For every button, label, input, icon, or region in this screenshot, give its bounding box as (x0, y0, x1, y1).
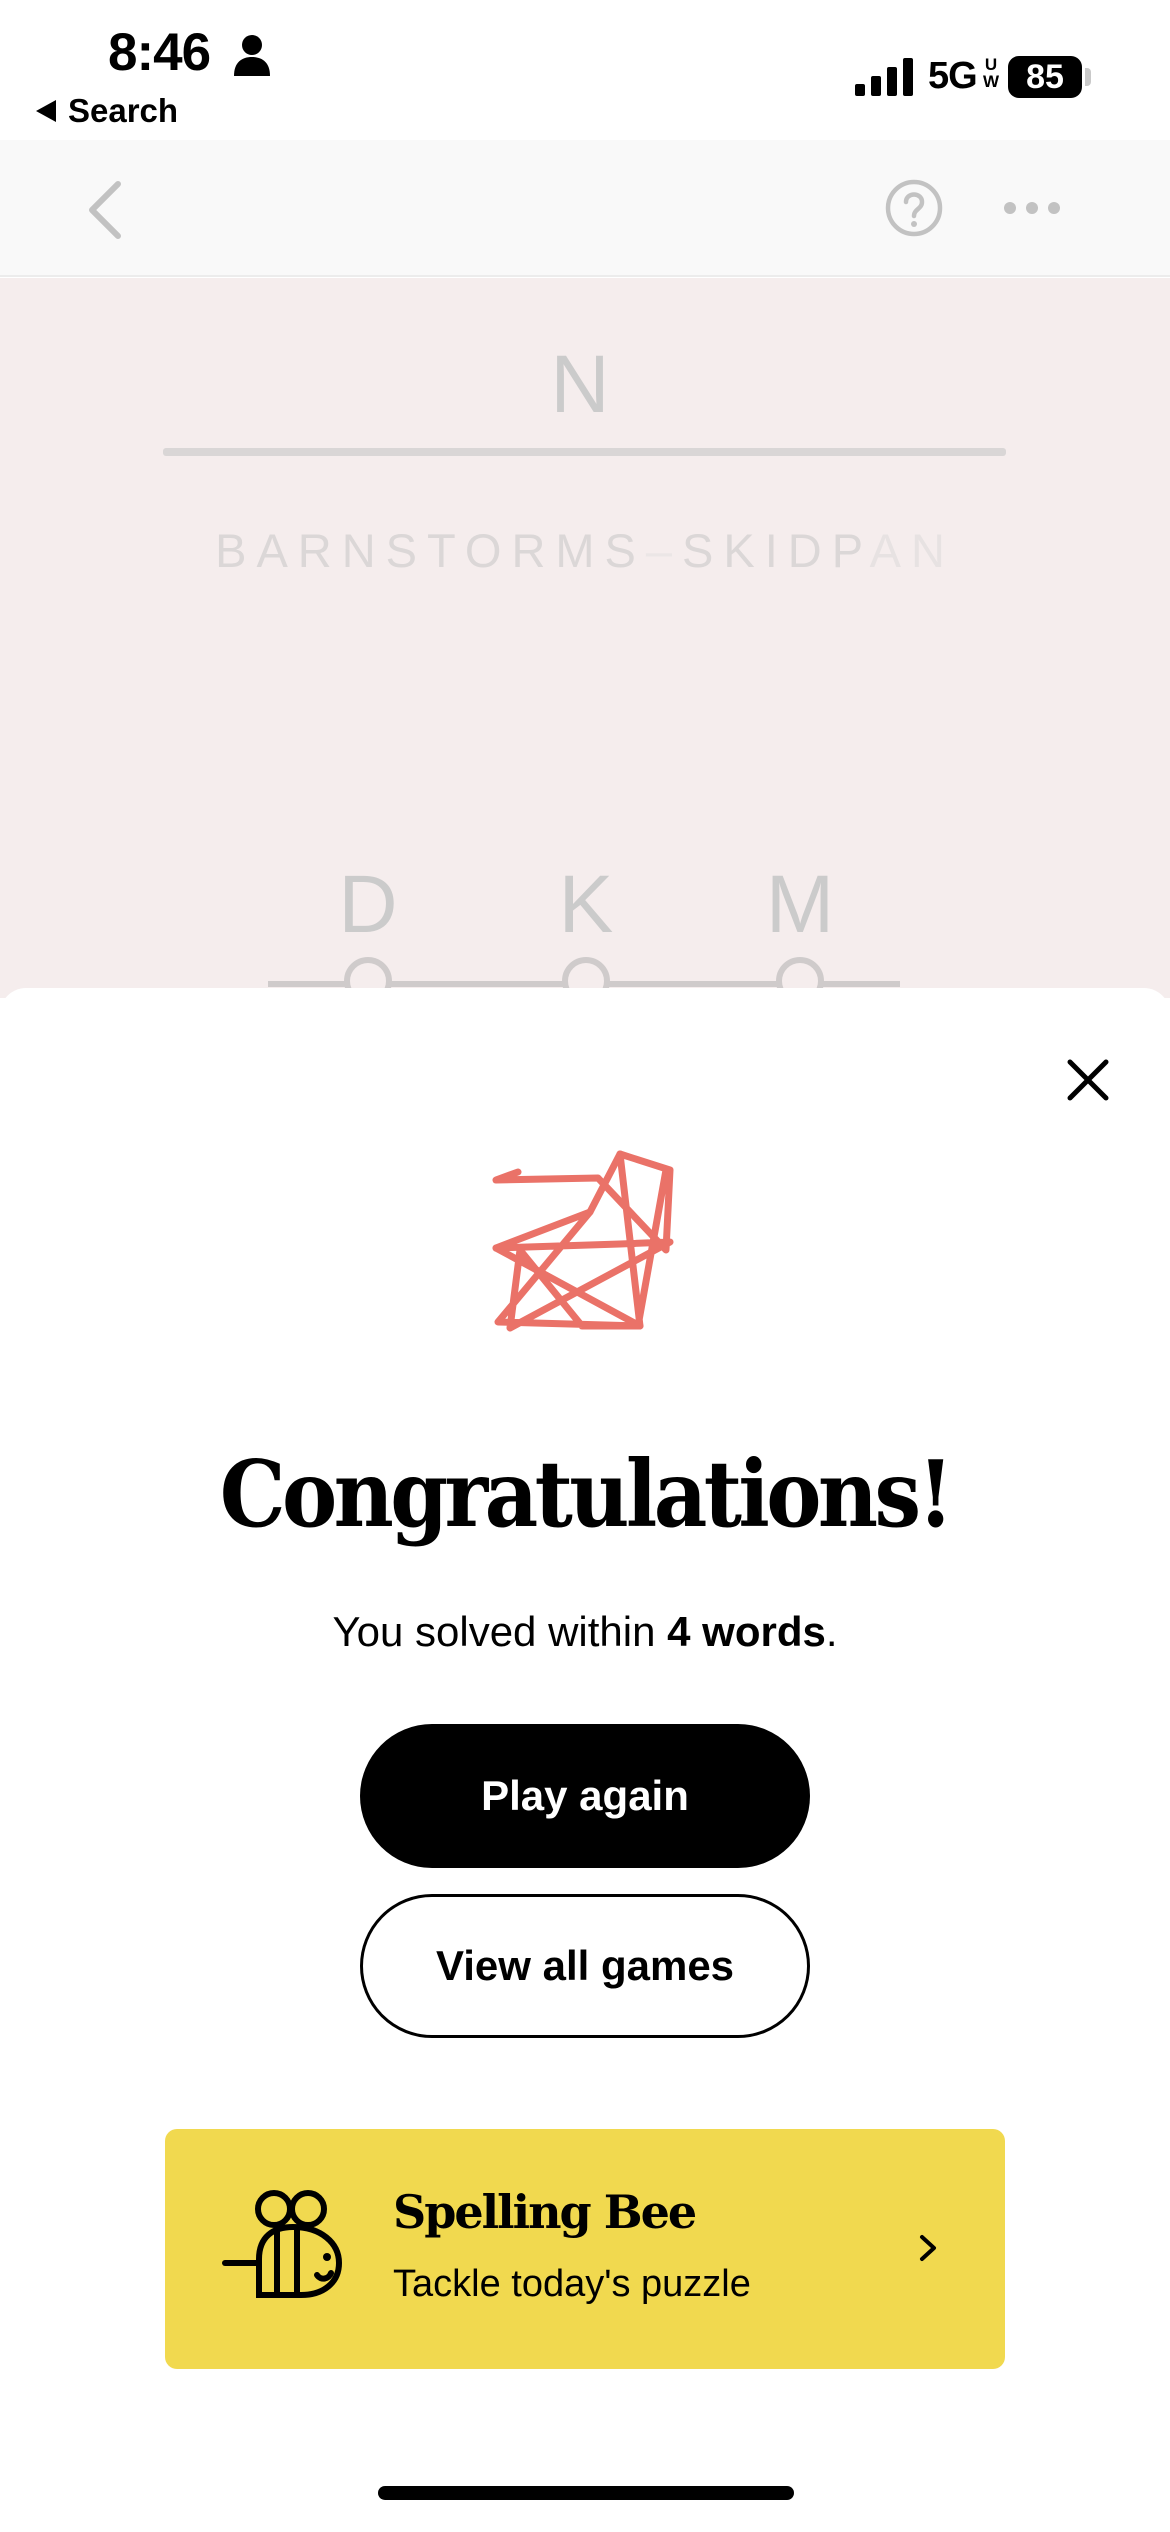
network-type-label: 5G (928, 55, 978, 97)
promo-subtitle: Tackle today's puzzle (393, 2263, 751, 2305)
input-underline (163, 448, 1006, 456)
modal-title: Congratulations! (219, 1440, 954, 1548)
result-text: You solved within 4 words. (0, 1608, 1170, 1656)
network-superscript: U W (983, 56, 999, 90)
chain-end-word-faint: AN (869, 524, 955, 577)
chain-end-word: SKIDP (682, 524, 870, 577)
battery-indicator: 85 (1008, 56, 1082, 98)
letter-tile-1[interactable]: D (318, 858, 418, 952)
letter-tile-3[interactable]: M (750, 858, 850, 952)
result-suffix: . (825, 1608, 838, 1655)
cellular-signal-icon (855, 58, 913, 96)
result-prefix: You solved within (332, 1608, 668, 1655)
back-to-app-label: Search (68, 92, 179, 129)
letter-tile-2[interactable]: K (536, 858, 636, 952)
back-to-app-link[interactable]: Search (36, 92, 178, 130)
play-again-button[interactable]: Play again (360, 1724, 810, 1868)
home-indicator[interactable] (378, 2486, 794, 2500)
word-chain: BARNSTORMS–SKIDPAN (0, 523, 1170, 578)
chevron-left-icon[interactable] (82, 180, 132, 240)
result-word-count: 4 words (667, 1608, 826, 1655)
help-icon[interactable] (884, 178, 944, 238)
network-sup-bottom: W (983, 72, 1000, 91)
nav-bar (0, 140, 1170, 277)
congratulations-modal: Congratulations! You solved within 4 wor… (0, 988, 1170, 2532)
chain-start-word: BARNSTORMS (215, 524, 646, 577)
back-triangle-icon (36, 100, 56, 122)
game-board: N BARNSTORMS–SKIDPAN D K M (0, 278, 1170, 1005)
more-options-icon[interactable] (1002, 198, 1062, 218)
bee-icon (222, 2190, 343, 2298)
battery-cap (1085, 68, 1091, 86)
person-icon (234, 35, 270, 76)
close-icon[interactable] (1066, 1058, 1110, 1102)
status-time: 8:46 (108, 23, 211, 82)
letter-boxed-logo-icon (492, 1150, 674, 1332)
status-bar: 8:46 Search 5G U W 85 (0, 0, 1170, 140)
view-all-games-button[interactable]: View all games (360, 1894, 810, 2038)
chevron-right-icon (920, 2235, 936, 2261)
current-word: N (550, 339, 610, 430)
spelling-bee-promo-card[interactable]: Spelling Bee Tackle today's puzzle (165, 2129, 1005, 2369)
chain-separator: – (645, 524, 683, 577)
promo-title: Spelling Bee (393, 2185, 697, 2239)
